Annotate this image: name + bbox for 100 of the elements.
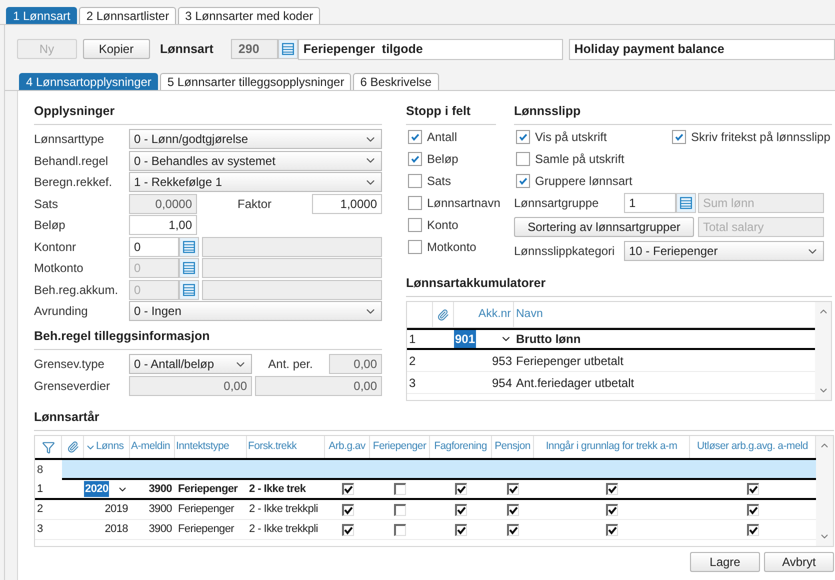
input-field[interactable]: 0,00 xyxy=(329,354,382,374)
list-icon[interactable] xyxy=(278,39,298,59)
table-row[interactable]: 2 2019 3900 Feriepenger 2 - Ikke trekkpli xyxy=(35,500,816,520)
tab[interactable]: 3 Lønnsarter med koder xyxy=(178,7,320,24)
table-cell[interactable]: 901 xyxy=(454,330,476,348)
column-header[interactable]: Utløser arb.g.avg. a-meld xyxy=(697,439,808,455)
checkbox[interactable] xyxy=(672,130,686,144)
checkbox[interactable] xyxy=(408,174,422,188)
section-title: Stopp i felt xyxy=(406,104,471,118)
column-header[interactable]: A-meldin xyxy=(131,439,170,455)
copy-button[interactable]: Kopier xyxy=(82,39,150,59)
checkbox[interactable] xyxy=(606,504,618,516)
checkbox-label: Skriv fritekst på lønnsslipp xyxy=(691,129,830,146)
tab[interactable]: 2 Lønnsartlister xyxy=(79,7,176,24)
name-field[interactable] xyxy=(202,280,382,300)
scrollbar[interactable] xyxy=(816,436,833,546)
input-field[interactable]: 0,00 xyxy=(255,376,382,396)
checkbox[interactable] xyxy=(606,524,618,536)
dropdown[interactable]: 0 - Antall/beløp xyxy=(129,354,252,374)
checkbox[interactable] xyxy=(507,483,519,495)
column-header[interactable]: Inntektstype xyxy=(176,439,230,455)
input-field[interactable]: 1 xyxy=(624,193,676,213)
column-header[interactable]: Feriepenger xyxy=(372,439,426,455)
scrollbar[interactable] xyxy=(815,302,831,400)
column-header[interactable]: Akk.nr xyxy=(454,302,514,327)
column-header[interactable]: Forsk.trekk xyxy=(248,439,297,455)
input-field[interactable]: 1,00 xyxy=(129,215,197,235)
checkbox[interactable] xyxy=(342,504,354,516)
name-field[interactable]: Feriepenger tilgode xyxy=(298,38,564,60)
dialog-button[interactable]: Lagre xyxy=(690,552,760,572)
checkbox[interactable] xyxy=(507,524,519,536)
checkbox-label: Motkonto xyxy=(427,239,476,256)
column-header[interactable]: Lønns xyxy=(96,439,124,455)
section-title: Lønnsartår xyxy=(34,410,100,424)
checkbox[interactable] xyxy=(394,524,406,536)
english-name-field[interactable]: Holiday payment balance xyxy=(569,38,835,60)
name-field[interactable] xyxy=(202,258,382,278)
table-cell-text: Feriepenger xyxy=(177,502,236,518)
checkbox[interactable] xyxy=(342,483,354,495)
input-field[interactable]: 0,00 xyxy=(129,376,252,396)
checkbox[interactable] xyxy=(408,240,422,254)
checkbox[interactable] xyxy=(516,152,530,166)
section-title: Opplysninger xyxy=(34,104,115,118)
filter-icon[interactable] xyxy=(42,440,54,454)
table-cell-text: Feriepenger utbetalt xyxy=(515,352,624,370)
checkbox[interactable] xyxy=(394,504,406,516)
column-header[interactable]: Pensjon xyxy=(494,439,530,455)
section-title: Lønnsartakkumulatorer xyxy=(406,276,546,290)
table-row[interactable]: 3 954 Ant.feriedager utbetalt xyxy=(407,372,815,394)
dropdown[interactable]: 0 - Ingen xyxy=(129,301,382,321)
list-icon[interactable] xyxy=(179,236,199,256)
checkbox[interactable] xyxy=(747,483,759,495)
checkbox-label: Antall xyxy=(427,129,458,146)
number-field[interactable]: 290 xyxy=(231,39,278,59)
checkbox[interactable] xyxy=(455,504,467,516)
checkbox[interactable] xyxy=(408,152,422,166)
tab[interactable]: 6 Beskrivelse xyxy=(353,73,439,90)
tab[interactable]: 4 Lønnsartopplysninger xyxy=(19,73,158,90)
checkbox[interactable] xyxy=(455,524,467,536)
checkbox[interactable] xyxy=(507,504,519,516)
table-row[interactable]: 1 901 Brutto lønn xyxy=(407,328,815,350)
list-icon[interactable] xyxy=(179,258,199,278)
name-field[interactable] xyxy=(202,236,382,256)
table-row[interactable]: 3 2018 3900 Feriepenger 2 - Ikke trekkpli xyxy=(35,520,816,540)
tab[interactable]: 1 Lønnsart xyxy=(6,7,78,24)
list-icon[interactable] xyxy=(179,280,199,300)
sort-button[interactable]: Sortering av lønnsartgrupper xyxy=(514,217,694,237)
column-header[interactable]: Fagforening xyxy=(434,439,487,455)
checkbox[interactable] xyxy=(408,196,422,210)
checkbox[interactable] xyxy=(408,218,422,232)
dropdown[interactable]: 1 - Rekkefølge 1 xyxy=(129,172,382,192)
dialog-button[interactable]: Avbryt xyxy=(764,552,834,572)
table-row[interactable]: 2 953 Feriepenger utbetalt xyxy=(407,350,815,372)
table-cell-text: 2 - Ikke trek xyxy=(248,482,307,497)
dropdown[interactable]: 0 - Lønn/godtgjørelse xyxy=(129,129,382,149)
table-row[interactable]: 1 2020 3900 Feriepenger 2 - Ikke trek xyxy=(35,480,816,500)
column-header[interactable]: Arb.g.av xyxy=(328,439,366,455)
new-row[interactable] xyxy=(62,460,816,480)
table-cell[interactable]: 2020 xyxy=(84,480,110,498)
dropdown[interactable]: 10 - Feriepenger xyxy=(624,241,824,261)
list-icon[interactable] xyxy=(676,193,696,213)
tab[interactable]: 5 Lønnsarter tilleggsopplysninger xyxy=(160,73,352,90)
row-number: 2 xyxy=(36,502,44,518)
checkbox[interactable] xyxy=(516,174,530,188)
dropdown[interactable]: 0 - Behandles av systemet xyxy=(129,150,382,170)
row-number: 8 xyxy=(36,462,44,478)
input-field[interactable]: 0 xyxy=(129,236,179,256)
column-header[interactable]: Inngår i grunnlag for trekk a-m xyxy=(546,439,678,455)
row-number: 3 xyxy=(36,522,44,538)
checkbox[interactable] xyxy=(408,130,422,144)
column-header[interactable]: Navn xyxy=(514,306,543,324)
checkbox-label: Gruppere lønnsart xyxy=(535,173,632,190)
field-label: Motkonto xyxy=(34,260,84,277)
checkbox[interactable] xyxy=(342,524,354,536)
checkbox[interactable] xyxy=(606,483,618,495)
checkbox[interactable] xyxy=(516,130,530,144)
checkbox[interactable] xyxy=(747,504,759,516)
checkbox[interactable] xyxy=(747,524,759,536)
checkbox[interactable] xyxy=(455,483,467,495)
checkbox[interactable] xyxy=(394,483,406,495)
